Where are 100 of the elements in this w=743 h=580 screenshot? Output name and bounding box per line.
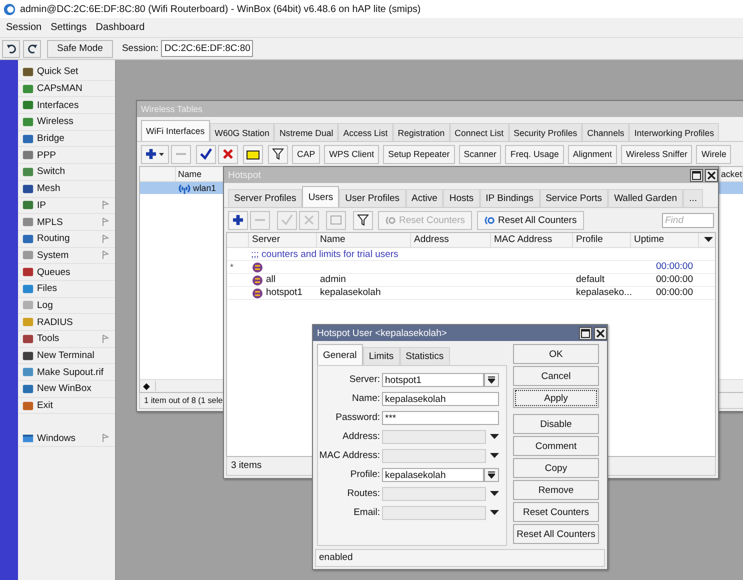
sidebar-item[interactable]: New Terminal [37, 350, 109, 362]
sidebar-item[interactable]: New WinBox [37, 383, 109, 394]
select-field[interactable]: kepalasekolah [382, 468, 484, 482]
tab[interactable]: ... [683, 189, 703, 207]
reset-counters-button[interactable]: Reset All Counters [477, 210, 584, 230]
sidebar-item[interactable]: Files [37, 283, 109, 294]
toolbar-button[interactable]: Wirele [696, 144, 732, 164]
input-field[interactable]: kepalasekolah [382, 392, 499, 406]
sidebar-item[interactable]: Wireless [37, 116, 109, 128]
tab[interactable]: General [317, 344, 363, 365]
menu-item[interactable]: Settings [50, 22, 87, 33]
select-button[interactable] [484, 468, 499, 482]
comment-button[interactable] [243, 144, 263, 164]
tab[interactable]: Nstreme Dual [274, 123, 338, 141]
sidebar-item[interactable]: System [37, 250, 99, 261]
sidebar-item[interactable]: Log [37, 300, 109, 311]
menu-item[interactable]: Dashboard [96, 22, 145, 33]
tab[interactable]: Limits [362, 347, 400, 365]
toolbar-button[interactable]: CAP [292, 144, 320, 164]
sidebar-item[interactable]: Interfaces [37, 100, 109, 111]
maximize-button[interactable] [690, 168, 703, 182]
dialog-button[interactable]: Apply [513, 388, 599, 408]
tab[interactable]: W60G Station [210, 123, 274, 141]
close-button[interactable] [705, 168, 718, 182]
tab[interactable]: Active [406, 189, 444, 207]
toolbar-button[interactable]: Setup Repeater [383, 144, 455, 164]
sidebar-item[interactable]: IP [37, 200, 99, 211]
undo-button[interactable] [2, 40, 20, 58]
tab[interactable]: Access List [338, 123, 393, 141]
sidebar-item[interactable]: Bridge [37, 133, 109, 144]
tab[interactable]: User Profiles [339, 189, 406, 207]
add-button[interactable] [228, 210, 248, 230]
redo-button[interactable] [23, 40, 41, 58]
add-button[interactable] [141, 144, 169, 164]
find-field[interactable]: Find [662, 212, 714, 228]
sidebar-item[interactable]: Queues [37, 266, 109, 278]
toolbar-button[interactable]: Freq. Usage [505, 144, 564, 164]
column-header[interactable]: MAC Address [491, 233, 573, 247]
sidebar-item[interactable]: Mesh [37, 183, 109, 194]
tab[interactable]: Service Ports [540, 189, 608, 207]
sidebar-item[interactable]: Quick Set [37, 66, 109, 78]
dialog-button[interactable]: Disable [513, 414, 599, 434]
sidebar-item[interactable]: RADIUS [37, 316, 109, 328]
combo-field[interactable] [382, 506, 486, 520]
select-field[interactable]: hotspot1 [382, 372, 484, 386]
filter-button[interactable] [268, 144, 288, 164]
dialog-button[interactable]: Cancel [513, 366, 599, 386]
tab[interactable]: WiFi Interfaces [141, 120, 210, 141]
dropdown-arrow-icon[interactable] [490, 490, 499, 496]
enable-button[interactable] [196, 144, 216, 164]
dropdown-arrow-icon[interactable] [490, 510, 499, 516]
close-button[interactable] [594, 326, 607, 340]
column-header[interactable]: Name [317, 233, 411, 247]
dialog-button[interactable]: Remove [513, 480, 599, 500]
sidebar-item[interactable]: Windows [37, 432, 99, 444]
toolbar-button[interactable]: Wireless Sniffer [621, 144, 692, 164]
maximize-button[interactable] [579, 326, 592, 340]
tab[interactable]: Hosts [443, 189, 480, 207]
dialog-button[interactable]: Copy [513, 458, 599, 478]
column-header[interactable]: Uptime [631, 233, 699, 247]
toolbar-button[interactable]: Alignment [568, 144, 617, 164]
filter-button[interactable] [353, 210, 373, 230]
input-field[interactable]: *** [382, 410, 499, 424]
column-header[interactable]: Server [249, 233, 317, 247]
dialog-button[interactable]: Reset All Counters [513, 524, 599, 544]
combo-field[interactable] [382, 430, 486, 444]
combo-field[interactable] [382, 448, 486, 462]
dropdown-arrow-icon[interactable] [490, 452, 499, 458]
column-header[interactable]: Profile [573, 233, 631, 247]
dialog-button[interactable]: OK [513, 344, 599, 364]
sidebar-item[interactable]: Routing [37, 233, 99, 244]
dialog-button[interactable]: Reset Counters [513, 502, 599, 522]
sidebar-item[interactable]: MPLS [37, 216, 99, 228]
tab[interactable]: Connect List [450, 123, 509, 141]
tab[interactable]: Server Profiles [228, 189, 302, 207]
column-header[interactable]: Address [411, 233, 491, 247]
tab[interactable]: Channels [582, 123, 630, 141]
sidebar-item[interactable]: PPP [37, 150, 109, 161]
sidebar-item[interactable]: Tools [37, 333, 99, 344]
sidebar-item[interactable]: Switch [37, 166, 109, 178]
safe-mode-button[interactable]: Safe Mode [47, 40, 113, 58]
sidebar-item[interactable]: Exit [37, 400, 109, 412]
sidebar-item[interactable]: Make Supout.rif [37, 366, 109, 378]
tab[interactable]: Walled Garden [608, 189, 684, 207]
combo-field[interactable] [382, 486, 486, 500]
session-field[interactable]: DC:2C:6E:DF:8C:80 [161, 40, 254, 57]
tab[interactable]: IP Bindings [480, 189, 540, 207]
toolbar-button[interactable]: WPS Client [324, 144, 380, 164]
dialog-button[interactable]: Comment [513, 436, 599, 456]
tab[interactable]: Registration [392, 123, 450, 141]
tab[interactable]: Interworking Profiles [629, 123, 720, 141]
tab[interactable]: Statistics [400, 347, 450, 365]
dropdown-arrow-icon[interactable] [490, 434, 499, 440]
select-button[interactable] [484, 372, 499, 386]
menu-item[interactable]: Session [6, 22, 42, 33]
disable-button[interactable] [218, 144, 238, 164]
tab[interactable]: Users [302, 186, 340, 207]
sidebar-item[interactable]: CAPsMAN [37, 83, 109, 94]
tab[interactable]: Security Profiles [508, 123, 582, 141]
toolbar-button[interactable]: Scanner [458, 144, 502, 164]
